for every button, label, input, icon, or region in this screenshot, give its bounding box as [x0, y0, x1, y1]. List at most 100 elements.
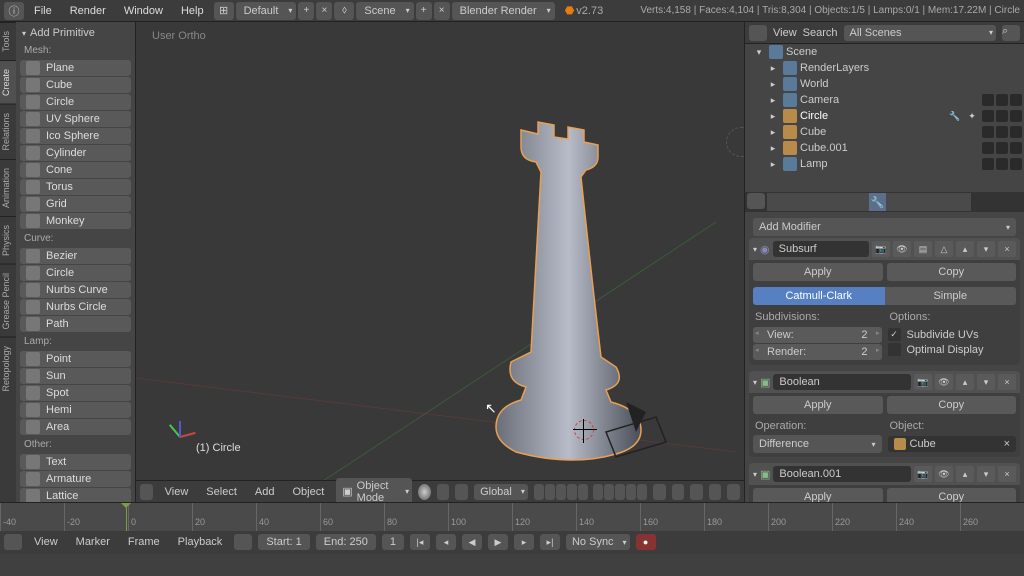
- renderable-icon[interactable]: [1010, 110, 1022, 122]
- outliner-filter[interactable]: All Scenes: [844, 25, 996, 41]
- collapse-icon[interactable]: ▾: [753, 378, 757, 387]
- snap-type-icon[interactable]: [690, 484, 703, 500]
- visibility-icon[interactable]: [982, 142, 994, 154]
- tab-scene[interactable]: [801, 193, 818, 211]
- view-menu[interactable]: View: [159, 486, 195, 498]
- tree-item-scene[interactable]: ▾Scene: [745, 44, 1024, 60]
- object-reference-field[interactable]: Cube×: [888, 436, 1017, 452]
- props-editor-icon[interactable]: [747, 193, 765, 209]
- tab-relations[interactable]: Relations: [0, 104, 16, 159]
- render-toggle-icon[interactable]: 📷: [872, 241, 890, 257]
- jump-start-icon[interactable]: |◂: [410, 534, 430, 550]
- move-up-icon[interactable]: ▴: [956, 466, 974, 482]
- move-down-icon[interactable]: ▾: [977, 241, 995, 257]
- move-up-icon[interactable]: ▴: [956, 241, 974, 257]
- collapse-icon[interactable]: ▾: [753, 470, 757, 479]
- keyframe-prev-icon[interactable]: ◂: [436, 534, 456, 550]
- info-editor-icon[interactable]: ⓘ: [4, 2, 24, 20]
- modifier-name-field[interactable]: Subsurf: [773, 241, 869, 257]
- end-frame-field[interactable]: End: 250: [316, 534, 376, 550]
- viewport-toggle-icon[interactable]: 👁: [935, 466, 953, 482]
- add-icosphere[interactable]: Ico Sphere: [20, 128, 131, 144]
- move-down-icon[interactable]: ▾: [977, 374, 995, 390]
- modifier-name-field[interactable]: Boolean: [773, 374, 911, 390]
- tab-constraints[interactable]: [852, 193, 869, 211]
- timeline-ruler[interactable]: -40-200204060801001201401601802002202402…: [0, 503, 1024, 531]
- add-plane[interactable]: Plane: [20, 60, 131, 76]
- renderable-icon[interactable]: [1010, 158, 1022, 170]
- add-nurbs-circle[interactable]: Nurbs Circle: [20, 299, 131, 315]
- tab-physics[interactable]: Physics: [0, 216, 16, 264]
- optimal-display-checkbox[interactable]: Optimal Display: [888, 343, 1017, 356]
- tree-item-cube-001[interactable]: ▸Cube.001: [745, 140, 1024, 156]
- add-nurbs-curve[interactable]: Nurbs Curve: [20, 282, 131, 298]
- selectable-icon[interactable]: [996, 126, 1008, 138]
- viewport-toggle-icon[interactable]: 👁: [935, 374, 953, 390]
- engine-dropdown[interactable]: Blender Render: [452, 2, 555, 20]
- editor-type-icon[interactable]: [140, 484, 153, 500]
- render-toggle-icon[interactable]: 📷: [914, 374, 932, 390]
- menu-file[interactable]: File: [26, 3, 60, 19]
- tree-item-lamp[interactable]: ▸Lamp: [745, 156, 1024, 172]
- keyframe-next-icon[interactable]: ▸: [514, 534, 534, 550]
- renderable-icon[interactable]: [1010, 94, 1022, 106]
- simple-button[interactable]: Simple: [885, 287, 1017, 305]
- delete-modifier-icon[interactable]: ×: [998, 241, 1016, 257]
- range-icon[interactable]: [234, 534, 252, 550]
- play-reverse-icon[interactable]: ◀: [462, 534, 482, 550]
- tab-tools[interactable]: Tools: [0, 22, 16, 60]
- menu-window[interactable]: Window: [116, 3, 171, 19]
- tree-item-renderlayers[interactable]: ▸RenderLayers: [745, 60, 1024, 76]
- active-object-circle[interactable]: [486, 112, 656, 482]
- move-up-icon[interactable]: ▴: [956, 374, 974, 390]
- delete-modifier-icon[interactable]: ×: [998, 374, 1016, 390]
- collapse-icon[interactable]: ▾: [753, 245, 757, 254]
- 3d-viewport[interactable]: User Ortho ↖ (1): [136, 22, 744, 502]
- copy-button[interactable]: Copy: [887, 263, 1017, 281]
- scene-dropdown[interactable]: Scene: [356, 2, 413, 20]
- operation-dropdown[interactable]: Difference: [753, 435, 882, 453]
- tree-item-world[interactable]: ▸World: [745, 76, 1024, 92]
- add-monkey[interactable]: Monkey: [20, 213, 131, 229]
- lock-camera-icon[interactable]: [653, 484, 666, 500]
- menu-render[interactable]: Render: [62, 3, 114, 19]
- layout-dropdown[interactable]: Default: [236, 2, 297, 20]
- autokey-icon[interactable]: ●: [636, 534, 656, 550]
- search-icon[interactable]: ⌕: [1002, 25, 1020, 41]
- outliner-search-menu[interactable]: Search: [803, 27, 838, 39]
- layout-icon[interactable]: ⊞: [214, 2, 234, 20]
- tab-render-layers[interactable]: [784, 193, 801, 211]
- tab-retopology[interactable]: Retopology: [0, 337, 16, 400]
- render-preview-icon[interactable]: [709, 484, 722, 500]
- add-cylinder[interactable]: Cylinder: [20, 145, 131, 161]
- copy-button[interactable]: Copy: [887, 488, 1017, 502]
- add-armature[interactable]: Armature: [20, 471, 131, 487]
- selectable-icon[interactable]: [996, 94, 1008, 106]
- tab-create[interactable]: Create: [0, 60, 16, 104]
- add-hemi-lamp[interactable]: Hemi: [20, 402, 131, 418]
- clear-icon[interactable]: ×: [1004, 438, 1010, 450]
- sync-dropdown[interactable]: No Sync: [566, 534, 630, 550]
- delete-modifier-icon[interactable]: ×: [998, 466, 1016, 482]
- selectable-icon[interactable]: [996, 158, 1008, 170]
- manipulator-icon[interactable]: [455, 484, 468, 500]
- outliner-view-menu[interactable]: View: [773, 27, 797, 39]
- add-circle-curve[interactable]: Circle: [20, 265, 131, 281]
- add-grid[interactable]: Grid: [20, 196, 131, 212]
- add-area-lamp[interactable]: Area: [20, 419, 131, 435]
- apply-button[interactable]: Apply: [753, 263, 883, 281]
- start-frame-field[interactable]: Start: 1: [258, 534, 309, 550]
- add-lattice[interactable]: Lattice: [20, 488, 131, 502]
- visibility-icon[interactable]: [982, 158, 994, 170]
- tab-world[interactable]: [818, 193, 835, 211]
- add-modifier-dropdown[interactable]: Add Modifier: [753, 218, 1016, 236]
- renderable-icon[interactable]: [1010, 142, 1022, 154]
- outliner-editor-icon[interactable]: [749, 25, 767, 41]
- viewport-toggle-icon[interactable]: 👁: [893, 241, 911, 257]
- visibility-icon[interactable]: [982, 126, 994, 138]
- tab-render[interactable]: [767, 193, 784, 211]
- scene-del[interactable]: ×: [434, 2, 450, 20]
- tree-item-cube[interactable]: ▸Cube: [745, 124, 1024, 140]
- add-cube[interactable]: Cube: [20, 77, 131, 93]
- add-bezier[interactable]: Bezier: [20, 248, 131, 264]
